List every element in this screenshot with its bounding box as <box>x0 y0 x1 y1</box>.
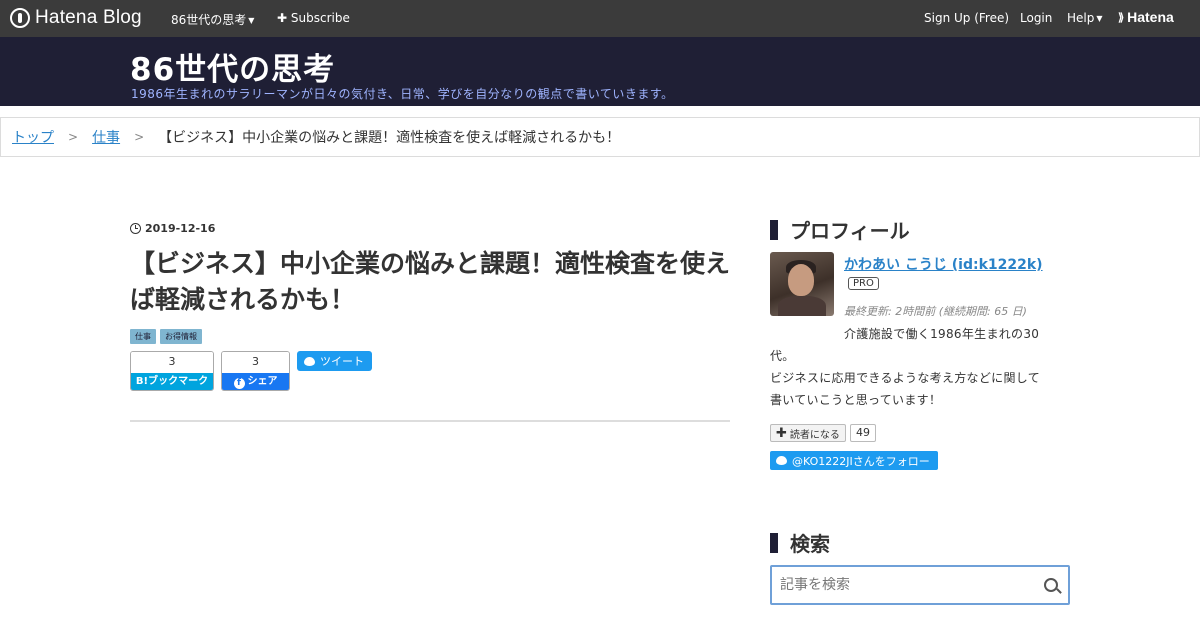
become-reader-label: 読者になる <box>789 429 840 441</box>
caret-down-icon: ▼ <box>248 16 255 25</box>
hatena-blog-logo[interactable]: Hatena Blog <box>10 7 142 29</box>
twitter-bird-icon <box>304 356 315 366</box>
profile-section-title-text: プロフィール <box>790 219 910 243</box>
facebook-share-label: シェア <box>247 376 278 387</box>
facebook-share-label-row: f シェア <box>222 373 289 390</box>
profile-bio-line: 書いていこうと思っています！ <box>770 393 942 407</box>
breadcrumb-top-link[interactable]: トップ <box>12 127 54 147</box>
profile-bio-line: ビジネスに応用できるような考え方などに関して <box>770 371 1041 385</box>
profile-section-title: プロフィール <box>770 215 910 244</box>
help-label: Help <box>1067 11 1095 25</box>
hatena-bookmark-button[interactable]: 3 B!ブックマーク <box>130 351 214 391</box>
breadcrumb: トップ > 仕事 > 【ビジネス】中小企業の悩みと課題！適性検査を使えば軽減され… <box>0 117 1200 157</box>
blog-description: 1986年生まれのサラリーマンが日々の気付き、日常、学びを自分なりの観点で書いて… <box>131 87 674 101</box>
article-title[interactable]: 【ビジネス】中小企業の悩みと課題！適性検査を使えば軽減されるかも！ <box>130 246 730 318</box>
subscribe-label: Subscribe <box>290 11 350 25</box>
caret-down-icon: ▼ <box>1096 14 1103 23</box>
clock-icon <box>130 223 141 234</box>
facebook-share-button[interactable]: 3 f シェア <box>221 351 290 391</box>
section-marker <box>770 532 778 553</box>
profile-name-link[interactable]: かわあい こうじ (id:k1222k) <box>844 254 1043 274</box>
search-box <box>770 565 1070 605</box>
article-divider <box>130 420 730 422</box>
tweet-button[interactable]: ツイート <box>297 351 372 371</box>
twitter-bird-icon <box>776 456 787 465</box>
hatena-logo[interactable]: ⟫ Hatena <box>1118 9 1174 25</box>
tweet-label: ツイート <box>320 355 364 368</box>
hatena-bookmark-label: B!ブックマーク <box>131 373 213 390</box>
breadcrumb-current: 【ビジネス】中小企業の悩みと課題！適性検査を使えば軽減されるかも！ <box>158 130 621 146</box>
plus-icon: ✚ <box>277 11 288 25</box>
pro-badge: PRO <box>848 277 879 290</box>
search-section-title-text: 検索 <box>790 532 830 556</box>
top-navbar: Hatena Blog 86世代の思考 ▼ ✚ Subscribe Sign Up… <box>0 0 1200 37</box>
article-tags: 仕事 お得情報 <box>130 329 202 344</box>
facebook-icon: f <box>233 378 245 389</box>
signup-link[interactable]: Sign Up (Free) <box>924 11 1009 25</box>
search-section-title: 検索 <box>770 528 830 557</box>
hatena-blog-logo-icon <box>10 8 30 28</box>
blog-menu-label: 86世代の思考 <box>171 13 247 27</box>
blog-header: 86世代の思考 1986年生まれのサラリーマンが日々の気付き、日常、学びを自分な… <box>0 37 1200 106</box>
hatena-logo-icon: ⟫ <box>1118 11 1125 24</box>
help-dropdown[interactable]: Help ▼ <box>1067 11 1103 25</box>
breadcrumb-category-link[interactable]: 仕事 <box>92 127 120 147</box>
login-link[interactable]: Login <box>1020 11 1052 25</box>
article-date[interactable]: 2019-12-16 <box>130 222 215 235</box>
hatena-bookmark-count: 3 <box>131 352 213 373</box>
hatena-logo-text: Hatena <box>1127 9 1174 25</box>
tag-work[interactable]: 仕事 <box>130 329 156 344</box>
plus-icon: ✚ <box>776 425 787 441</box>
twitter-follow-button[interactable]: @KO1222JIさんをフォロー <box>770 451 938 470</box>
hatena-blog-logo-text: Hatena Blog <box>35 7 142 28</box>
section-marker <box>770 219 778 240</box>
article-date-text: 2019-12-16 <box>145 222 216 235</box>
breadcrumb-separator: > <box>134 130 145 144</box>
subscribe-button[interactable]: ✚ Subscribe <box>277 11 350 25</box>
tag-deals[interactable]: お得情報 <box>160 329 202 344</box>
search-input[interactable] <box>780 577 1030 593</box>
profile-bio: 介護施設で働く1986年生まれの30 代。 ビジネスに応用できるような考え方など… <box>770 323 1070 411</box>
twitter-follow-label: @KO1222JIさんをフォロー <box>792 454 930 468</box>
blog-title[interactable]: 86世代の思考 <box>130 44 335 89</box>
profile-last-updated: 最終更新: 2時間前 (継続期間: 65 日) <box>844 305 1027 318</box>
avatar[interactable] <box>770 252 834 316</box>
search-icon[interactable] <box>1044 578 1058 592</box>
breadcrumb-separator: > <box>68 130 79 144</box>
profile-bio-line: 代。 <box>770 349 795 363</box>
blog-menu-dropdown[interactable]: 86世代の思考 ▼ <box>171 11 254 28</box>
profile-bio-line: 介護施設で働く1986年生まれの30 <box>844 327 1040 341</box>
reader-count[interactable]: 49 <box>850 424 876 442</box>
become-reader-button[interactable]: ✚ 読者になる <box>770 424 846 442</box>
facebook-share-count: 3 <box>222 352 289 373</box>
